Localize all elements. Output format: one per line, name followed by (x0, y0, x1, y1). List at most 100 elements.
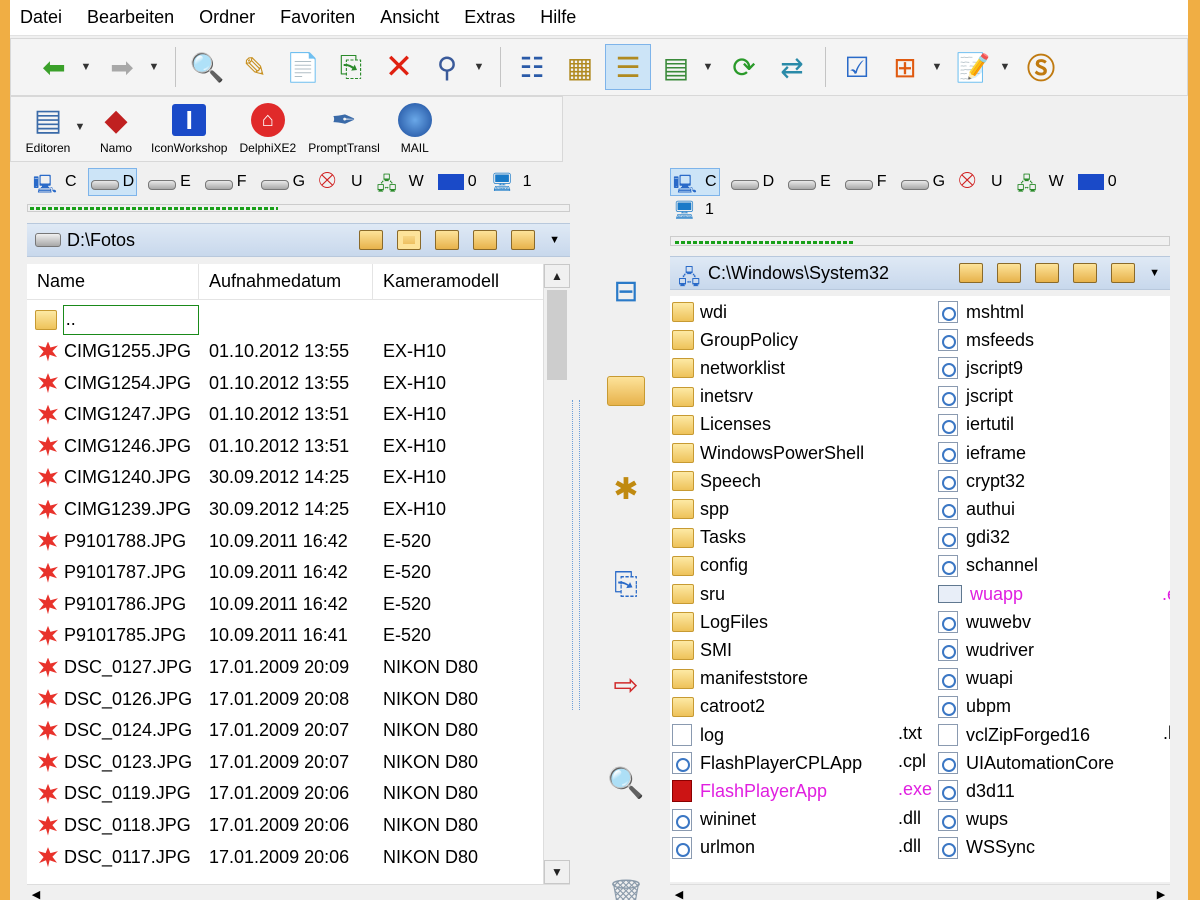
list-item[interactable]: networklist (672, 354, 785, 382)
list-item[interactable]: ubpm (938, 693, 1011, 721)
menu-datei[interactable]: Datei (20, 7, 62, 28)
editors-dropdown[interactable]: ▼ (73, 121, 87, 133)
thumbnail-view-button[interactable]: ▤ (653, 44, 699, 90)
icon-view-button[interactable]: ▦ (557, 44, 603, 90)
list-item[interactable]: msfeeds (938, 326, 1034, 354)
forward-button[interactable]: ➡ (99, 44, 145, 90)
path-menu-dropdown[interactable]: ▼ (1149, 267, 1160, 279)
list-item[interactable]: vclZipForged16 (938, 721, 1090, 749)
edit-file-button[interactable]: ✎ (232, 44, 278, 90)
tool-iconworkshop[interactable]: I IconWorkshop (151, 97, 227, 155)
table-row[interactable]: P9101786.JPG 10.09.2011 16:42 E-520 (27, 589, 543, 620)
windows-dropdown[interactable]: ▼ (930, 61, 944, 73)
column-header-date[interactable]: Aufnahmedatum (199, 264, 373, 300)
copy-path-icon[interactable] (1111, 263, 1136, 283)
parent-folder-icon[interactable] (435, 230, 460, 250)
list-item[interactable]: iertutil (938, 411, 1014, 439)
list-item[interactable]: Tasks (672, 524, 746, 552)
list-item[interactable]: crypt32 (938, 467, 1025, 495)
back-button[interactable]: ⬅ (31, 44, 77, 90)
forward-dropdown[interactable]: ▼ (147, 61, 161, 73)
delete-button[interactable]: ✕ (376, 44, 422, 90)
menu-ansicht[interactable]: Ansicht (380, 7, 439, 28)
mid-view-button[interactable]: 🔍 (603, 760, 649, 806)
menu-hilfe[interactable]: Hilfe (540, 7, 576, 28)
drive-f[interactable]: F (202, 168, 250, 196)
list-item[interactable]: catroot2 (672, 693, 765, 721)
list-item[interactable]: urlmon (672, 834, 755, 862)
table-row[interactable]: P9101788.JPG 10.09.2011 16:42 E-520 (27, 526, 543, 557)
right-file-list[interactable]: .e .l wdi GroupPolicy networklist inetsrv Li… (670, 296, 1170, 882)
scroll-right-button[interactable]: ▶ (1152, 885, 1170, 900)
list-item[interactable]: manifeststore (672, 665, 808, 693)
list-item[interactable]: inetsrv (672, 383, 753, 411)
left-path-bar[interactable]: D:\Fotos ▼ (27, 223, 570, 257)
tool-namo[interactable]: ◆ Namo (93, 97, 139, 156)
drive-g[interactable]: G (898, 168, 948, 196)
drive-w[interactable]: 🖧 W (1014, 168, 1067, 196)
tool-mail[interactable]: MAIL (392, 97, 438, 155)
right-horizontal-scrollbar[interactable]: ◀ ▶ (670, 884, 1170, 900)
scroll-thumb[interactable] (547, 290, 567, 380)
table-row[interactable]: CIMG1254.JPG 01.10.2012 13:55 EX-H10 (27, 368, 543, 399)
drive-1[interactable]: 🖥 1 (488, 168, 535, 196)
table-row[interactable]: P9101787.JPG 10.09.2011 16:42 E-520 (27, 557, 543, 588)
drive-w[interactable]: 🖧 W (374, 168, 427, 196)
move-to-button[interactable]: ⇨ (603, 662, 649, 708)
windows-button[interactable]: ⊞ (882, 44, 928, 90)
table-row[interactable]: DSC_0118.JPG 17.01.2009 20:06 NIKON D80 (27, 810, 543, 841)
new-file-button[interactable]: 📄 (280, 44, 326, 90)
list-item[interactable]: spp (672, 495, 729, 523)
tool-editoren[interactable]: ▤ Editoren (25, 97, 71, 156)
left-vertical-scrollbar[interactable]: ▲ ▼ (543, 264, 570, 884)
drive-e[interactable]: E (145, 168, 194, 196)
view-file-button[interactable]: 🔍 (184, 44, 230, 90)
list-item[interactable]: Licenses (672, 411, 771, 439)
binoculars-button[interactable]: ⚲ (424, 44, 470, 90)
list-item[interactable]: wudriver (938, 636, 1034, 664)
table-row[interactable]: CIMG1255.JPG 01.10.2012 13:55 EX-H10 (27, 336, 543, 367)
table-row[interactable]: DSC_0127.JPG 17.01.2009 20:09 NIKON D80 (27, 652, 543, 683)
list-item[interactable]: d3d11 (938, 777, 1015, 805)
drive-g[interactable]: G (258, 168, 308, 196)
list-item[interactable]: authui (938, 495, 1015, 523)
list-item[interactable]: config (672, 552, 748, 580)
table-row[interactable]: CIMG1239.JPG 30.09.2012 14:25 EX-H10 (27, 494, 543, 525)
tool-prompttransl[interactable]: ✒ PromptTransl (308, 97, 380, 156)
panel-splitter[interactable] (572, 400, 580, 710)
notes-button[interactable]: 📝 (950, 44, 996, 90)
table-row[interactable]: DSC_0123.JPG 17.01.2009 20:07 NIKON D80 (27, 747, 543, 778)
tools-button[interactable]: ✱ (603, 466, 649, 512)
table-row[interactable]: CIMG1240.JPG 30.09.2012 14:25 EX-H10 (27, 462, 543, 493)
list-item[interactable]: WSSync (938, 834, 1035, 862)
drive-u[interactable]: ⛒ U (316, 168, 366, 196)
list-item[interactable]: SMI (672, 636, 732, 664)
drive-f[interactable]: F (842, 168, 890, 196)
menu-extras[interactable]: Extras (464, 7, 515, 28)
list-item[interactable]: wuwebv (938, 608, 1031, 636)
list-item[interactable]: UIAutomationCore (938, 749, 1114, 777)
view-dropdown[interactable]: ▼ (701, 61, 715, 73)
table-row[interactable]: CIMG1246.JPG 01.10.2012 13:51 EX-H10 (27, 431, 543, 462)
drive-0[interactable]: 0 (1075, 168, 1120, 196)
drive-1[interactable]: 🖥 1 (670, 196, 717, 224)
column-header-name[interactable]: Name (27, 264, 199, 300)
history-icon[interactable] (359, 230, 384, 250)
list-item[interactable]: wininet (672, 806, 756, 834)
tree-view-button[interactable]: ☷ (509, 44, 555, 90)
copy-button[interactable]: ⎘ (328, 44, 374, 90)
list-item[interactable]: sru (672, 580, 725, 608)
menu-bearbeiten[interactable]: Bearbeiten (87, 7, 174, 28)
list-item[interactable]: wuapp (938, 580, 1023, 608)
table-row[interactable]: DSC_0124.JPG 17.01.2009 20:07 NIKON D80 (27, 715, 543, 746)
favorites-heart-icon[interactable] (997, 263, 1022, 283)
scroll-left-button[interactable]: ◀ (670, 885, 688, 900)
table-row[interactable]: DSC_0126.JPG 17.01.2009 20:08 NIKON D80 (27, 684, 543, 715)
drive-c[interactable]: 🖳 C (670, 168, 720, 196)
parent-folder-row[interactable]: .. (27, 304, 543, 335)
s-button[interactable]: Ⓢ (1018, 44, 1064, 90)
favorites-heart-icon[interactable] (397, 230, 422, 250)
list-view-button[interactable]: ☰ (605, 44, 651, 90)
right-path-bar[interactable]: 🖧 C:\Windows\System32 ▼ (670, 256, 1170, 290)
list-item[interactable]: Speech (672, 467, 761, 495)
